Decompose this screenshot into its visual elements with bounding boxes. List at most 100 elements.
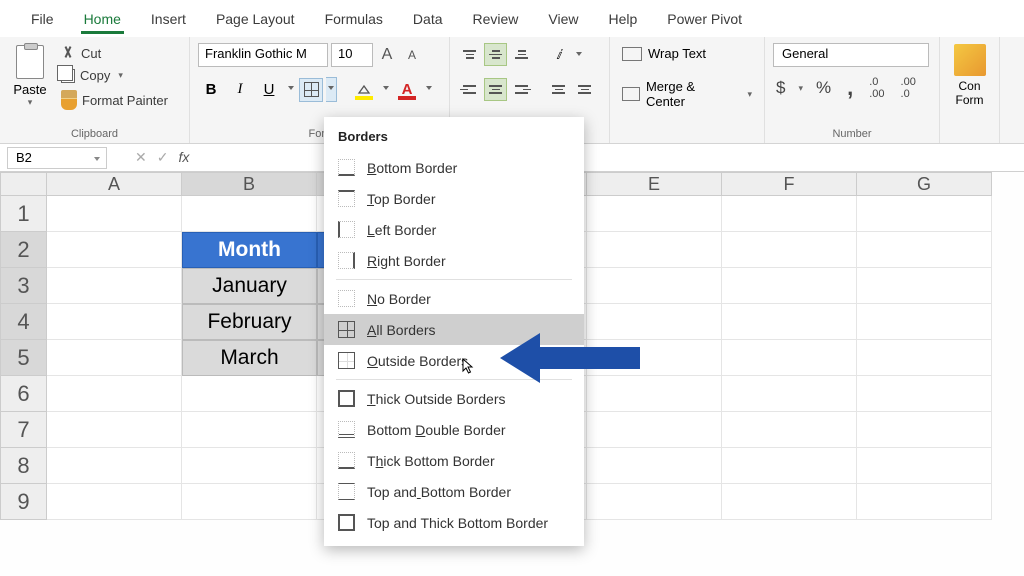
tab-data[interactable]: Data	[398, 3, 458, 34]
border-menu-item[interactable]: Bottom Border	[324, 152, 584, 183]
cell[interactable]	[587, 232, 722, 268]
row-header-8[interactable]: 8	[0, 448, 47, 484]
increase-indent-button[interactable]	[573, 78, 596, 101]
col-header-a[interactable]: A	[47, 172, 182, 196]
font-name-select[interactable]: Franklin Gothic M	[198, 43, 328, 67]
col-header-f[interactable]: F	[722, 172, 857, 196]
decrease-font-button[interactable]: A	[401, 44, 423, 66]
cell[interactable]	[857, 304, 992, 340]
cell[interactable]	[857, 412, 992, 448]
cut-button[interactable]: Cut	[57, 44, 172, 63]
orientation-button[interactable]: ⅈ	[547, 43, 570, 66]
align-left-button[interactable]	[458, 78, 481, 101]
cell[interactable]	[182, 448, 317, 484]
format-painter-button[interactable]: Format Painter	[57, 88, 172, 112]
cell[interactable]	[47, 304, 182, 340]
cell[interactable]	[47, 340, 182, 376]
align-top-button[interactable]	[458, 43, 481, 66]
fx-button[interactable]: fx	[178, 149, 189, 166]
cell[interactable]	[722, 232, 857, 268]
cell[interactable]	[857, 232, 992, 268]
borders-button[interactable]	[299, 78, 323, 102]
row-header-2[interactable]: 2	[0, 232, 47, 268]
wrap-text-button[interactable]: Wrap Text	[620, 44, 754, 63]
cell[interactable]	[722, 412, 857, 448]
border-menu-item[interactable]: Top Border	[324, 183, 584, 214]
col-header-e[interactable]: E	[587, 172, 722, 196]
cell[interactable]	[857, 268, 992, 304]
row-header-1[interactable]: 1	[0, 196, 47, 232]
cell[interactable]	[722, 448, 857, 484]
cell[interactable]	[587, 196, 722, 232]
italic-button[interactable]: I	[227, 77, 253, 102]
tab-powerpivot[interactable]: Power Pivot	[652, 3, 757, 34]
border-menu-item[interactable]: Left Border	[324, 214, 584, 245]
bold-button[interactable]: B	[198, 77, 224, 102]
conditional-formatting-icon[interactable]	[954, 44, 986, 76]
align-center-button[interactable]	[484, 78, 507, 101]
cell[interactable]	[722, 376, 857, 412]
cancel-formula-button[interactable]: ✕	[135, 149, 147, 166]
cell[interactable]	[722, 268, 857, 304]
underline-button[interactable]: U	[256, 77, 282, 102]
border-menu-item[interactable]: Top and Bottom Border	[324, 476, 584, 507]
font-color-dropdown[interactable]	[423, 77, 434, 102]
comma-button[interactable]: ,	[844, 75, 856, 101]
cell-b2[interactable]: Month	[182, 232, 317, 268]
name-box[interactable]: B2	[7, 147, 107, 169]
borders-dropdown[interactable]	[326, 77, 337, 102]
increase-font-button[interactable]: A	[376, 44, 398, 66]
cell[interactable]	[722, 340, 857, 376]
tab-home[interactable]: Home	[69, 3, 136, 34]
cell[interactable]	[587, 484, 722, 520]
row-header-6[interactable]: 6	[0, 376, 47, 412]
cell[interactable]	[857, 484, 992, 520]
cell[interactable]	[182, 196, 317, 232]
align-bottom-button[interactable]	[510, 43, 533, 66]
cell[interactable]	[47, 196, 182, 232]
row-header-7[interactable]: 7	[0, 412, 47, 448]
number-format-select[interactable]: General	[773, 43, 929, 67]
tab-help[interactable]: Help	[594, 3, 653, 34]
cell-b3[interactable]: January	[182, 268, 317, 304]
tab-pagelayout[interactable]: Page Layout	[201, 3, 310, 34]
cell[interactable]	[857, 196, 992, 232]
border-menu-item[interactable]: Right Border	[324, 245, 584, 276]
underline-dropdown[interactable]	[285, 77, 296, 102]
cell[interactable]	[182, 376, 317, 412]
row-header-5[interactable]: 5	[0, 340, 47, 376]
cell[interactable]	[587, 448, 722, 484]
cell[interactable]	[47, 412, 182, 448]
row-header-9[interactable]: 9	[0, 484, 47, 520]
tab-review[interactable]: Review	[458, 3, 534, 34]
merge-center-button[interactable]: Merge & Center▾	[620, 77, 754, 111]
align-right-button[interactable]	[510, 78, 533, 101]
col-header-g[interactable]: G	[857, 172, 992, 196]
align-middle-button[interactable]	[484, 43, 507, 66]
cell[interactable]	[857, 376, 992, 412]
cell[interactable]	[47, 376, 182, 412]
cell[interactable]	[722, 484, 857, 520]
font-color-button[interactable]: A	[394, 77, 420, 102]
cell[interactable]	[47, 448, 182, 484]
col-header-b[interactable]: B	[182, 172, 317, 196]
percent-button[interactable]: %	[813, 78, 834, 98]
tab-file[interactable]: File	[16, 3, 69, 34]
cell[interactable]	[857, 340, 992, 376]
border-menu-item[interactable]: Bottom Double Border	[324, 414, 584, 445]
select-all-corner[interactable]	[0, 172, 47, 196]
cell[interactable]	[182, 484, 317, 520]
enter-formula-button[interactable]: ✓	[157, 149, 169, 166]
decrease-decimal-button[interactable]: .00.0	[898, 76, 919, 100]
cell-b5[interactable]: March	[182, 340, 317, 376]
cell[interactable]	[587, 412, 722, 448]
cell[interactable]	[857, 448, 992, 484]
copy-button[interactable]: Copy▾	[57, 66, 172, 85]
accounting-button[interactable]: $	[773, 78, 788, 98]
font-size-select[interactable]: 10	[331, 43, 373, 67]
decrease-indent-button[interactable]	[547, 78, 570, 101]
cell-b4[interactable]: February	[182, 304, 317, 340]
tab-insert[interactable]: Insert	[136, 3, 201, 34]
cell[interactable]	[47, 232, 182, 268]
border-menu-item[interactable]: No Border	[324, 283, 584, 314]
